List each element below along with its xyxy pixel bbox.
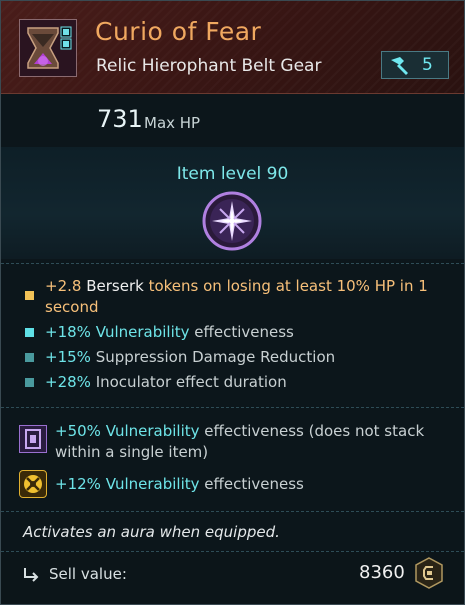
aura-description: Activates an aura when equipped. — [23, 523, 280, 541]
modifier-bullet — [25, 378, 34, 387]
divider — [1, 263, 464, 264]
max-hp-value: 731 — [97, 105, 143, 133]
divider — [1, 511, 464, 512]
upgrade-level-badge: 5 — [381, 51, 449, 79]
rarity-emblem-icon — [202, 191, 262, 251]
sell-value: 8360 — [359, 562, 405, 583]
gold-rune-icon — [19, 470, 47, 498]
upgrade-level-value: 5 — [422, 55, 433, 75]
hourglass-icon — [20, 20, 76, 76]
modifier-bullet — [25, 328, 34, 337]
divider — [1, 407, 464, 408]
item-tooltip: Curio of Fear Relic Hierophant Belt Gear… — [0, 0, 465, 605]
hammer-icon — [391, 57, 408, 75]
sell-footer: Sell value: 8360 — [1, 551, 464, 604]
blessing-vulnerability-50: +50% Vulnerability effectiveness (does n… — [55, 422, 425, 461]
credit-coin-icon — [415, 557, 443, 589]
purple-rune-icon — [19, 425, 47, 453]
sell-arrow-icon — [24, 568, 39, 582]
modifier-berserk: +2.8 Berserk tokens on losing at least 1… — [45, 277, 428, 316]
sell-label: Sell value: — [49, 565, 127, 583]
modifier-bullet — [25, 291, 34, 300]
modifier-suppression: +15% Suppression Damage Reduction — [45, 348, 336, 366]
modifier-vulnerability: +18% Vulnerability effectiveness — [45, 323, 294, 341]
max-hp-label: Max HP — [144, 114, 201, 132]
modifier-bullet — [25, 353, 34, 362]
divider — [1, 551, 464, 552]
item-level: Item level 90 — [176, 164, 289, 184]
modifier-inoculator: +28% Inoculator effect duration — [45, 373, 287, 391]
blessing-vulnerability-12: +12% Vulnerability effectiveness — [55, 475, 304, 493]
item-type: Relic Hierophant Belt Gear — [96, 56, 322, 76]
item-name: Curio of Fear — [95, 17, 262, 46]
item-icon[interactable] — [19, 19, 77, 77]
tooltip-header: Curio of Fear Relic Hierophant Belt Gear… — [1, 1, 464, 94]
